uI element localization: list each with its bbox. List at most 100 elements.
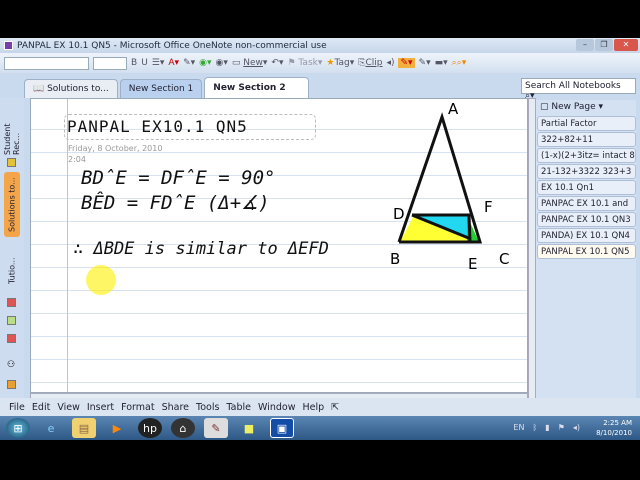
menu-tools[interactable]: Tools xyxy=(196,402,219,413)
flag-icon[interactable]: ⚑ xyxy=(558,423,565,432)
window-title: PANPAL EX 10.1 QN5 - Microsoft Office On… xyxy=(17,40,327,51)
search-input[interactable]: Search All Notebooks ⌕▾ xyxy=(521,78,636,101)
notebook-label: Solutions to... xyxy=(7,177,17,232)
system-tray: EN ᛒ ▮ ⚑ ◂) xyxy=(513,423,580,432)
page-tab-item[interactable]: Partial Factor xyxy=(537,116,636,131)
task-button[interactable]: ⚑ Task▾ xyxy=(287,58,322,68)
notebook-label: Tutio... xyxy=(7,257,17,284)
app-icon[interactable]: ▣ xyxy=(270,418,294,438)
date-text: Friday, 8 October, 2010 xyxy=(68,144,163,153)
bullets-icon[interactable]: ☰▾ xyxy=(152,58,165,68)
cursor-highlight xyxy=(86,265,116,295)
notebook-student-rec[interactable]: Student Rec... xyxy=(3,100,21,156)
page-tab-item[interactable]: (1-x)(2+3itz= intact 8 xyxy=(537,148,636,163)
page-tab-item[interactable]: PANPAL EX 10.1 QN5 xyxy=(537,244,636,259)
home-icon[interactable]: ⌂ xyxy=(171,418,195,438)
tab-label: New Section 2 xyxy=(213,83,286,93)
close-button[interactable]: ✕ xyxy=(614,39,638,51)
page-title[interactable]: PANPAL EX10.1 QN5 xyxy=(67,117,248,136)
page-tab-item[interactable]: PANPAC EX 10.1 QN3 xyxy=(537,212,636,227)
notebook-label: Student Rec... xyxy=(3,123,21,156)
menu-share[interactable]: Share xyxy=(162,402,189,413)
ink-line-3[interactable]: ∴ ΔBDE is similar to ΔEFD xyxy=(73,239,329,259)
clip-button[interactable]: ⎘Clip xyxy=(358,58,382,68)
page-tab-item[interactable]: 322+82+11 xyxy=(537,132,636,147)
media-player-icon[interactable]: ▶ xyxy=(105,418,129,438)
menu-table[interactable]: Table xyxy=(226,402,251,413)
menu-view[interactable]: View xyxy=(57,402,80,413)
onenote-app-icon xyxy=(4,41,13,50)
notebook-color-icon xyxy=(7,334,16,343)
toggle-toolbar-icon[interactable]: ⇱ xyxy=(331,402,339,413)
back-icon[interactable]: ◉▾ xyxy=(199,58,211,68)
note-page[interactable]: PANPAL EX10.1 QN5 Friday, 8 October, 201… xyxy=(30,98,528,393)
audio-icon[interactable]: ◂) xyxy=(386,58,394,68)
network-icon[interactable]: ▮ xyxy=(545,423,549,432)
unfiled-notes-icon[interactable]: ⚇ xyxy=(7,360,16,370)
notebook-menu-icon[interactable] xyxy=(7,380,16,389)
tag-label: Tag xyxy=(334,58,350,68)
undo-icon[interactable]: ↶▾ xyxy=(271,58,283,68)
title-bar: PANPAL EX 10.1 QN5 - Microsoft Office On… xyxy=(0,38,640,53)
page-tab-item[interactable]: PANPAC EX 10.1 and xyxy=(537,196,636,211)
tab-solutions[interactable]: 📖 Solutions to... xyxy=(24,79,118,98)
menu-window[interactable]: Window xyxy=(258,402,295,413)
menu-bar: File Edit View Insert Format Share Tools Table W… xyxy=(0,398,640,416)
sticky-notes-icon[interactable]: ■ xyxy=(237,418,261,438)
minimize-button[interactable]: – xyxy=(576,39,594,51)
ink-line-1[interactable]: BD̂E = DF̂E = 90° xyxy=(81,167,275,189)
highlight-icon[interactable]: ✎▾ xyxy=(183,58,195,68)
tab-new-section-2[interactable]: New Section 2 xyxy=(204,77,309,98)
maximize-button[interactable]: ❐ xyxy=(595,39,613,51)
page-tab-item[interactable]: 21-132+3322 323+3 xyxy=(537,164,636,179)
notebook-color-icon xyxy=(7,158,16,167)
bold-icon[interactable]: B xyxy=(131,58,137,68)
clock[interactable]: 2:25 AM 8/10/2010 xyxy=(596,418,632,438)
new-page-button[interactable]: ▢ New Page ▾ xyxy=(536,100,636,116)
font-size-box[interactable] xyxy=(93,56,127,70)
label-c: C xyxy=(499,250,509,268)
start-button[interactable]: ⊞ xyxy=(6,418,30,438)
menu-insert[interactable]: Insert xyxy=(87,402,114,413)
eraser-icon[interactable]: ⌕⌕▾ xyxy=(452,58,467,68)
menu-help[interactable]: Help xyxy=(302,402,324,413)
clock-date: 8/10/2010 xyxy=(596,429,632,437)
time-text: 2:04 xyxy=(68,155,86,164)
pen-color-icon[interactable]: ✎▾ xyxy=(398,58,415,68)
font-color-icon[interactable]: A▾ xyxy=(168,58,179,68)
language-indicator[interactable]: EN xyxy=(513,423,524,432)
onenote-taskbar-icon[interactable]: ✎ xyxy=(204,418,228,438)
explorer-icon[interactable]: ▤ xyxy=(72,418,96,438)
bluetooth-icon[interactable]: ᛒ xyxy=(532,423,537,432)
underline-icon[interactable]: U xyxy=(141,58,148,68)
page-list: Partial Factor 322+82+11 (1-x)(2+3itz= int… xyxy=(536,116,636,259)
forward-icon[interactable]: ◉▾ xyxy=(216,58,228,68)
task-label: Task xyxy=(298,58,318,68)
notebook-solutions[interactable]: Solutions to... xyxy=(4,172,20,237)
triangle-diagram[interactable]: A B C D E F xyxy=(371,99,528,279)
page-tab-item[interactable]: EX 10.1 Qn1 xyxy=(537,180,636,195)
vertical-scrollbar[interactable] xyxy=(528,98,536,401)
label-d: D xyxy=(393,205,405,223)
line-fe xyxy=(467,214,472,243)
hp-icon[interactable]: hp xyxy=(138,418,162,438)
notebook-color-icon xyxy=(7,316,16,325)
ink-line-2[interactable]: BÊD = FD̂E (Δ+∡) xyxy=(81,192,270,214)
volume-icon[interactable]: ◂) xyxy=(573,423,580,432)
pen-icon[interactable]: ✎▾ xyxy=(419,58,431,68)
toolbar: B U ☰▾ A▾ ✎▾ ◉▾ ◉▾ ▭ New▾ ↶▾ ⚑ Task▾ ★Ta… xyxy=(0,53,640,73)
onenote-window: PANPAL EX 10.1 QN5 - Microsoft Office On… xyxy=(0,38,640,440)
tag-button[interactable]: ★Tag▾ xyxy=(326,58,354,68)
tab-new-section-1[interactable]: New Section 1 xyxy=(119,79,203,98)
menu-format[interactable]: Format xyxy=(121,402,154,413)
line-icon[interactable]: ▬▾ xyxy=(435,58,448,68)
search-placeholder: Search All Notebooks xyxy=(525,81,621,91)
page-tab-item[interactable]: PANDA) EX 10.1 QN4 xyxy=(537,228,636,243)
menu-edit[interactable]: Edit xyxy=(32,402,50,413)
menu-file[interactable]: File xyxy=(9,402,25,413)
font-name-box[interactable] xyxy=(4,56,89,70)
clock-time: 2:25 AM xyxy=(603,419,632,427)
notebook-tutio[interactable]: Tutio... xyxy=(4,248,20,293)
internet-explorer-icon[interactable]: e xyxy=(39,418,63,438)
new-button[interactable]: ▭ New▾ xyxy=(232,58,268,68)
